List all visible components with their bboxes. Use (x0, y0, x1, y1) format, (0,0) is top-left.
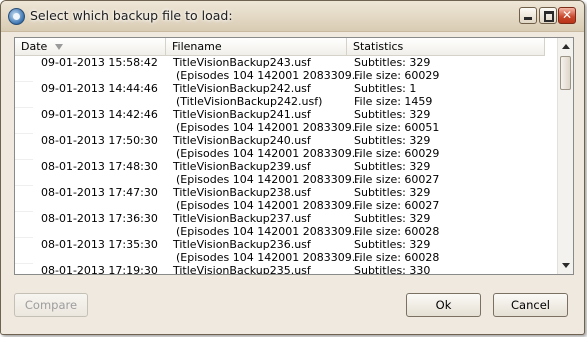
row-file-note: (TitleVisionBackup242.usf) (176, 95, 323, 108)
row-subtitles: Subtitles: 329 (354, 56, 431, 69)
column-header-date-label: Date (21, 40, 48, 53)
row-file-size: File size: 60027 (354, 173, 440, 186)
title-bar: Select which backup file to load: ✕ (1, 1, 584, 32)
list-item[interactable]: 08-01-2013 17:48:30 TitleVisionBackup239… (15, 160, 557, 186)
cancel-button[interactable]: Cancel (493, 293, 568, 317)
compare-button[interactable]: Compare (14, 293, 88, 317)
vertical-scrollbar[interactable] (557, 38, 573, 274)
scroll-down-arrow-icon[interactable] (562, 263, 570, 268)
row-date: 08-01-2013 17:50:30 (41, 134, 158, 147)
list-item[interactable]: 08-01-2013 17:36:30 TitleVisionBackup237… (15, 212, 557, 238)
row-file-note: (Episodes 104 142001 2083309... (176, 251, 363, 264)
backup-file-list[interactable]: Date Filename Statistics 09-01-2013 15:5… (14, 37, 574, 275)
column-header-statistics-label: Statistics (353, 40, 404, 53)
row-filename: TitleVisionBackup239.usf (173, 160, 311, 173)
list-item[interactable]: 08-01-2013 17:35:30 TitleVisionBackup236… (15, 238, 557, 264)
list-item[interactable]: 08-01-2013 17:50:30 TitleVisionBackup240… (15, 134, 557, 160)
row-file-size: File size: 60029 (354, 147, 440, 160)
row-date: 08-01-2013 17:36:30 (41, 212, 158, 225)
backup-select-dialog: Select which backup file to load: ✕ Date… (0, 0, 585, 335)
row-subtitles: Subtitles: 329 (354, 186, 431, 199)
close-icon: ✕ (561, 8, 573, 22)
row-file-size: File size: 60051 (354, 121, 440, 134)
list-header: Date Filename Statistics (15, 38, 545, 56)
row-file-size: File size: 60029 (354, 69, 440, 82)
list-item[interactable]: 09-01-2013 14:42:46 TitleVisionBackup241… (15, 108, 557, 134)
row-file-note: (Episodes 104 142001 2083309... (176, 69, 363, 82)
row-subtitles: Subtitles: 329 (354, 108, 431, 121)
list-rows: 09-01-2013 15:58:42 TitleVisionBackup243… (15, 56, 557, 275)
row-date: 08-01-2013 17:47:30 (41, 186, 158, 199)
scrollbar-thumb[interactable] (560, 56, 571, 90)
column-header-filename-label: Filename (172, 40, 222, 53)
row-file-note: (Episodes 104 142001 2083309... (176, 121, 363, 134)
row-subtitles: Subtitles: 1 (354, 82, 417, 95)
row-date: 08-01-2013 17:19:30 (41, 264, 158, 275)
window-title: Select which backup file to load: (30, 8, 233, 23)
scroll-up-arrow-icon[interactable] (562, 44, 570, 49)
minimize-button[interactable] (519, 7, 537, 24)
row-file-note: (Episodes 104 142001 2083309... (176, 225, 363, 238)
row-subtitles: Subtitles: 329 (354, 160, 431, 173)
row-subtitles: Subtitles: 330 (354, 264, 431, 275)
row-filename: TitleVisionBackup240.usf (173, 134, 311, 147)
row-file-size: File size: 60027 (354, 199, 440, 212)
row-filename: TitleVisionBackup242.usf (173, 82, 311, 95)
close-button[interactable]: ✕ (558, 7, 576, 24)
row-file-size: File size: 60028 (354, 251, 440, 264)
row-subtitles: Subtitles: 329 (354, 238, 431, 251)
row-filename: TitleVisionBackup235.usf (173, 264, 311, 275)
row-date: 09-01-2013 14:44:46 (41, 82, 158, 95)
row-file-size: File size: 60028 (354, 225, 440, 238)
column-header-filename[interactable]: Filename (166, 38, 347, 55)
app-icon (8, 8, 25, 25)
row-file-note: (Episodes 104 142001 2083309... (176, 147, 363, 160)
row-file-size: File size: 1459 (354, 95, 433, 108)
row-date: 09-01-2013 15:58:42 (41, 56, 158, 69)
row-filename: TitleVisionBackup236.usf (173, 238, 311, 251)
row-filename: TitleVisionBackup241.usf (173, 108, 311, 121)
row-file-note: (Episodes 104 142001 2083309... (176, 199, 363, 212)
list-item[interactable]: 08-01-2013 17:47:30 TitleVisionBackup238… (15, 186, 557, 212)
row-filename: TitleVisionBackup243.usf (173, 56, 311, 69)
row-date: 09-01-2013 14:42:46 (41, 108, 158, 121)
row-file-note: (Episodes 104 142001 2083309... (176, 173, 363, 186)
column-header-statistics[interactable]: Statistics (347, 38, 545, 55)
row-filename: TitleVisionBackup238.usf (173, 186, 311, 199)
row-date: 08-01-2013 17:35:30 (41, 238, 158, 251)
list-item[interactable]: 08-01-2013 17:19:30 TitleVisionBackup235… (15, 264, 557, 275)
row-subtitles: Subtitles: 329 (354, 134, 431, 147)
row-subtitles: Subtitles: 329 (354, 212, 431, 225)
ok-button[interactable]: Ok (406, 293, 481, 317)
column-header-date[interactable]: Date (15, 38, 166, 55)
row-filename: TitleVisionBackup237.usf (173, 212, 311, 225)
list-item[interactable]: 09-01-2013 14:44:46 TitleVisionBackup242… (15, 82, 557, 108)
sort-descending-icon (55, 44, 64, 50)
row-date: 08-01-2013 17:48:30 (41, 160, 158, 173)
list-item[interactable]: 09-01-2013 15:58:42 TitleVisionBackup243… (15, 56, 557, 82)
maximize-button[interactable] (539, 7, 557, 24)
